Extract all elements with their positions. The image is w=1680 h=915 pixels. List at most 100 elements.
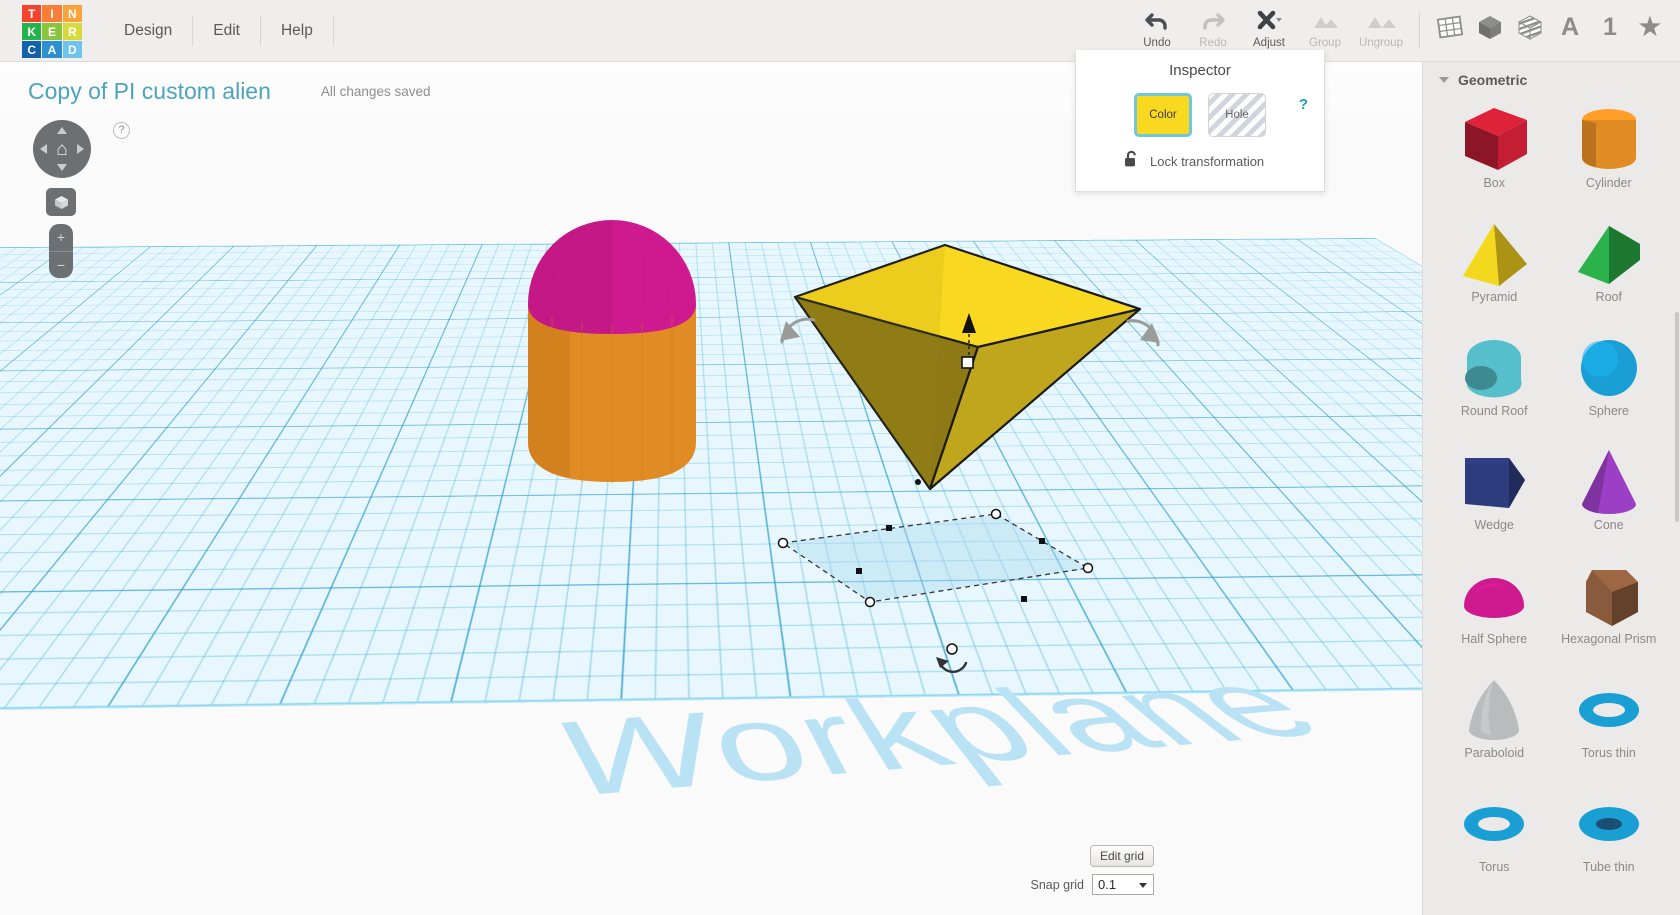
hole-swatch-label: Hole <box>1225 109 1249 121</box>
document-title[interactable]: Copy of PI custom alien <box>28 78 271 105</box>
logo-tile-6: C <box>22 41 42 58</box>
shape-item-cone[interactable]: Cone <box>1552 442 1667 554</box>
snap-grid-select[interactable]: 0.1 <box>1092 874 1154 895</box>
menu-item-design[interactable]: Design <box>104 15 194 46</box>
inspector-swatches: Color Hole <box>1076 93 1324 137</box>
caret-down-icon <box>1439 77 1449 83</box>
top-bar: T I N K E R C A D Design Edit Help Undo … <box>0 0 1680 62</box>
zoom-out-button[interactable]: − <box>49 252 73 279</box>
star-glyph: ★ <box>1638 12 1662 41</box>
logo-letter: K <box>27 24 36 39</box>
logo-letter: R <box>67 24 77 39</box>
ungroup-button[interactable]: Ungroup <box>1353 0 1409 58</box>
menu-item-help[interactable]: Help <box>261 15 334 46</box>
shape-item-hexprism[interactable]: Hexagonal Prism <box>1552 556 1667 668</box>
logo-tile-8: D <box>62 41 82 58</box>
logo-tile-3: K <box>22 23 42 40</box>
logo-tile-2: N <box>62 5 82 22</box>
logo-tile-5: R <box>62 23 82 40</box>
shape-item-roundroof[interactable]: Round Roof <box>1437 328 1552 440</box>
torus2-icon <box>1451 784 1537 864</box>
logo-letter: I <box>50 6 54 21</box>
main-menu: Design Edit Help <box>104 0 334 62</box>
shape-item-sphere[interactable]: Sphere <box>1552 328 1667 440</box>
hole-swatch-button[interactable]: Hole <box>1208 93 1266 137</box>
lock-transformation-label: Lock transformation <box>1150 154 1265 169</box>
lock-open-icon <box>1124 150 1139 173</box>
ungroup-label: Ungroup <box>1358 37 1404 49</box>
shape-item-halfsphere[interactable]: Half Sphere <box>1437 556 1552 668</box>
striped-cube-icon[interactable] <box>1510 4 1550 50</box>
number-one-glyph: 1 <box>1603 12 1617 41</box>
workplane-icon[interactable] <box>1430 4 1470 50</box>
redo-label: Redo <box>1199 37 1227 49</box>
nav-up-arrow-icon[interactable] <box>57 127 67 134</box>
shape-item-torus[interactable]: Torus thin <box>1552 670 1667 782</box>
menu-item-edit[interactable]: Edit <box>193 15 261 46</box>
nav-help-icon[interactable]: ? <box>113 122 130 139</box>
logo-letter: N <box>67 6 77 21</box>
undo-icon <box>1144 8 1170 34</box>
sidebar-collapse-toggle[interactable]: ❯ <box>1422 417 1423 465</box>
logo-letter: A <box>47 42 57 57</box>
view-home-control[interactable]: ⌂ <box>33 120 91 178</box>
text-a-glyph: A <box>1560 12 1580 41</box>
shape-item-roof[interactable]: Roof <box>1552 214 1667 326</box>
shape-item-torus2[interactable]: Torus <box>1437 784 1552 896</box>
tube-icon <box>1566 784 1652 864</box>
sidebar-scrollbar[interactable] <box>1675 312 1679 522</box>
solid-cube-icon[interactable] <box>1470 4 1510 50</box>
shape-item-box[interactable]: Box <box>1437 100 1552 212</box>
color-swatch-button[interactable]: Color <box>1134 93 1192 137</box>
shape-category-label: Geometric <box>1458 72 1528 88</box>
chevron-down-icon <box>1139 883 1147 888</box>
roof-icon <box>1566 214 1652 294</box>
zoom-in-button[interactable]: + <box>49 224 73 252</box>
home-icon[interactable]: ⌂ <box>56 140 67 159</box>
save-status: All changes saved <box>320 83 431 99</box>
cylinder-icon <box>1566 100 1652 180</box>
group-label: Group <box>1309 37 1341 49</box>
inspector-panel: Inspector ? Color Hole Lock transformati… <box>1075 50 1325 192</box>
edit-grid-button[interactable]: Edit grid <box>1089 845 1154 867</box>
paraboloid-icon <box>1451 670 1537 750</box>
shape-item-tube[interactable]: Tube thin <box>1552 784 1667 896</box>
logo-tile-7: A <box>42 41 62 58</box>
shape-item-cylinder[interactable]: Cylinder <box>1552 100 1667 212</box>
halfsphere-icon <box>1451 556 1537 636</box>
navigation-widget: ⌂ ? + − <box>33 120 153 278</box>
shape-item-wedge[interactable]: Wedge <box>1437 442 1552 554</box>
logo-letter: E <box>47 24 56 39</box>
nav-down-arrow-icon[interactable] <box>57 164 67 171</box>
box-icon <box>1451 100 1537 180</box>
inspector-help-icon[interactable]: ? <box>1299 96 1308 113</box>
color-swatch-label: Color <box>1149 109 1177 121</box>
number-one-icon[interactable]: 1 <box>1590 4 1630 50</box>
shape-category-header[interactable]: Geometric <box>1423 66 1680 94</box>
logo-letter: D <box>67 42 77 57</box>
cone-icon <box>1566 442 1652 522</box>
nav-left-arrow-icon[interactable] <box>40 144 47 154</box>
shape-grid: Box Cylinder Pyramid Roof Round Roof Sph… <box>1423 94 1680 896</box>
text-a-icon[interactable]: A <box>1550 4 1590 50</box>
zoom-controls[interactable]: + − <box>49 224 73 278</box>
logo-tile-0: T <box>22 5 42 22</box>
nav-right-arrow-icon[interactable] <box>77 144 84 154</box>
selection-gizmos[interactable] <box>740 237 1210 697</box>
cupcake-shape[interactable] <box>500 182 760 512</box>
adjust-icon <box>1254 8 1284 34</box>
group-icon <box>1310 8 1340 34</box>
inspector-title: Inspector <box>1169 62 1231 79</box>
star-icon[interactable]: ★ <box>1630 4 1670 50</box>
shape-item-paraboloid[interactable]: Paraboloid <box>1437 670 1552 782</box>
grid-controls: Edit grid Snap grid 0.1 <box>1030 845 1154 895</box>
shape-item-pyramid[interactable]: Pyramid <box>1437 214 1552 326</box>
hexprism-icon <box>1566 556 1652 636</box>
toolbar-divider <box>1419 12 1420 48</box>
lock-transformation-row[interactable]: Lock transformation <box>1124 150 1324 173</box>
shapes-sidebar: ❯ Geometric Box Cylinder Pyramid Roof <box>1422 62 1680 915</box>
wedge-icon <box>1451 442 1537 522</box>
fit-to-view-cube-icon[interactable] <box>46 188 76 216</box>
snap-grid-value: 0.1 <box>1098 877 1117 892</box>
tinkercad-logo[interactable]: T I N K E R C A D <box>22 5 82 58</box>
